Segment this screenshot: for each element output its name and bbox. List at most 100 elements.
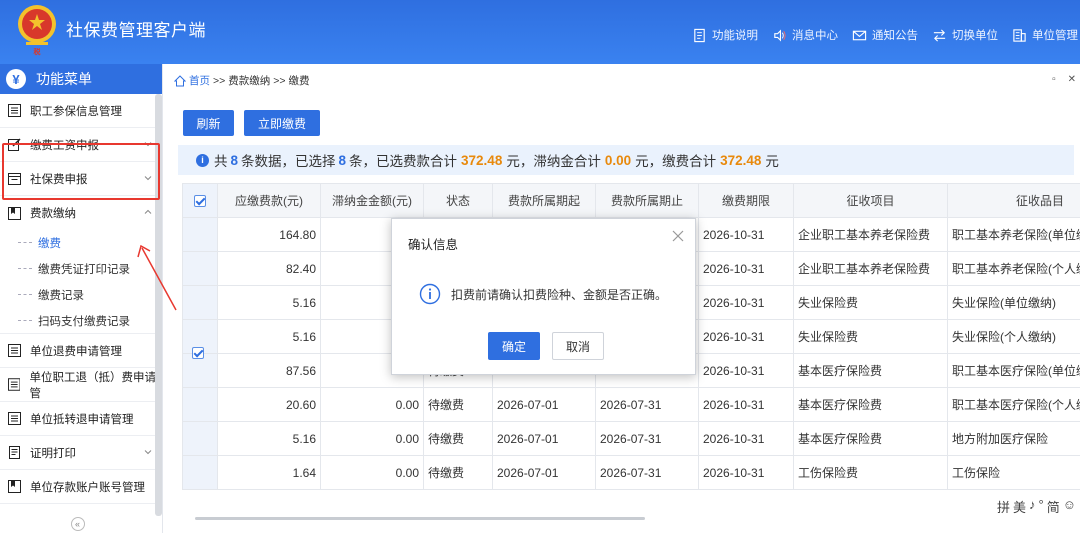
table-row[interactable]: 1.64 0.00 待缴费 2026-07-01 2026-07-31 2026-10-3… [182, 455, 1080, 490]
table-cell: 工伤保险费 [793, 455, 948, 490]
breadcrumb-home[interactable]: 首页 [189, 73, 210, 88]
breadcrumb-level1[interactable]: 费款缴纳 [228, 73, 270, 88]
column-header[interactable]: 滞纳金金额(元) [320, 183, 424, 218]
breadcrumb: 首页 >> 费款缴纳 >> 缴费 [174, 73, 310, 88]
sidebar-item-wage-declare[interactable]: 缴费工资申报 [0, 128, 162, 162]
column-header[interactable]: 征收品目 [947, 183, 1080, 218]
sidebar-item-label: 证明打印 [30, 447, 76, 460]
sidebar-menu: 职工参保信息管理 缴费工资申报 社保费申报 费款缴纳 缴费 缴费凭证打印记录 缴… [0, 94, 162, 504]
row-group-checkbox[interactable] [192, 347, 204, 359]
collapse-sidebar-icon[interactable]: « [70, 516, 85, 531]
row-select-cell[interactable] [182, 251, 218, 286]
sidebar-item-label: 社保费申报 [30, 173, 88, 186]
nav-notices[interactable]: 通知公告 [852, 27, 918, 43]
summary-text: 元 [765, 154, 779, 169]
close-icon[interactable]: ✕ [1068, 74, 1076, 85]
row-select-cell[interactable] [182, 285, 218, 320]
summary-text: 条数据，已选择 [241, 154, 336, 169]
table-cell: 2026-07-01 [492, 387, 596, 422]
nav-switch-unit[interactable]: 切换单位 [932, 27, 998, 43]
sidebar-item-certificate-print[interactable]: 证明打印 [0, 436, 162, 470]
row-select-cell[interactable] [182, 455, 218, 490]
home-icon [174, 74, 186, 86]
svg-text:税: 税 [34, 47, 41, 56]
ime-pinyin-icon[interactable]: 拼 [997, 497, 1010, 516]
ime-toolbar: 拼 美 ♪ ° 简 ☺ [994, 496, 1078, 517]
column-header[interactable]: 费款所属期止 [595, 183, 699, 218]
table-cell: 失业保险费 [793, 285, 948, 320]
table-cell: 职工基本医疗保险(单位缴 [947, 353, 1080, 388]
nav-help[interactable]: 功能说明 [692, 27, 758, 43]
confirm-ok-button[interactable]: 确定 [488, 332, 540, 360]
sidebar-footer: « [0, 514, 155, 533]
bookmark-icon [8, 206, 21, 220]
column-header[interactable]: 缴费期限 [698, 183, 794, 218]
table-cell: 2026-07-31 [595, 455, 699, 490]
confirm-cancel-button[interactable]: 取消 [552, 332, 604, 360]
table-cell: 企业职工基本养老保险费 [793, 251, 948, 286]
sidebar-item-refund-apply[interactable]: 单位退费申请管理 [0, 334, 162, 368]
nav-messages[interactable]: 消息中心 [772, 27, 838, 43]
nav-unit-manage[interactable]: 单位管理 [1012, 27, 1078, 43]
info-circle-icon [419, 283, 441, 305]
column-header[interactable]: 状态 [423, 183, 493, 218]
mail-icon [852, 30, 867, 40]
column-header[interactable]: 征收项目 [793, 183, 948, 218]
panel-window-controls: ▫ ✕ [1052, 74, 1076, 85]
sidebar-item-employee-refund[interactable]: 单位职工退（抵）费申请管 [0, 368, 162, 402]
breadcrumb-sep: >> [213, 74, 226, 87]
table-header-row: 应缴费款(元) 滞纳金金额(元) 状态 费款所属期起 费款所属期止 缴费期限 征… [182, 183, 1080, 218]
sidebar-item-bank-account[interactable]: 单位存款账户账号管理 [0, 470, 162, 504]
sidebar-item-offset-refund[interactable]: 单位抵转退申请管理 [0, 402, 162, 436]
table-row[interactable]: 5.16 0.00 待缴费 2026-07-01 2026-07-31 2026-10-3… [182, 421, 1080, 456]
horizontal-scrollbar[interactable] [195, 517, 645, 520]
ime-simplified-icon[interactable]: 简 [1047, 497, 1060, 516]
nav-help-label: 功能说明 [712, 30, 758, 42]
edit-icon [8, 138, 21, 151]
sidebar-scrollbar[interactable] [155, 94, 162, 516]
sidebar-subitem-qr-records[interactable]: 扫码支付缴费记录 [0, 308, 162, 334]
refresh-button[interactable]: 刷新 [183, 110, 234, 136]
column-header[interactable]: 费款所属期起 [492, 183, 596, 218]
restore-icon[interactable]: ▫ [1052, 74, 1056, 85]
nav-unit-manage-label: 单位管理 [1032, 30, 1078, 42]
summary-text: 共 [214, 154, 228, 169]
pay-now-button[interactable]: 立即缴费 [244, 110, 320, 136]
table-cell: 82.40 [217, 251, 321, 286]
row-select-cell[interactable] [182, 387, 218, 422]
summary-text: 元，缴费合计 [635, 154, 717, 169]
sidebar-item-insurance-declare[interactable]: 社保费申报 [0, 162, 162, 196]
chevron-down-icon [144, 142, 152, 147]
fee-payment-submenu: 缴费 缴费凭证打印记录 缴费记录 扫码支付缴费记录 [0, 230, 162, 334]
sidebar-subitem-pay[interactable]: 缴费 [0, 230, 162, 256]
close-icon[interactable] [671, 229, 685, 243]
nav-messages-label: 消息中心 [792, 30, 838, 42]
table-cell: 工伤保险 [947, 455, 1080, 490]
sidebar-item-insured-info[interactable]: 职工参保信息管理 [0, 94, 162, 128]
ime-skin-icon[interactable]: 美 [1013, 497, 1026, 516]
table-row[interactable]: 20.60 0.00 待缴费 2026-07-01 2026-07-31 2026-10-… [182, 387, 1080, 422]
table-cell: 2026-10-31 [698, 319, 794, 354]
sidebar: ¥ 功能菜单 职工参保信息管理 缴费工资申报 社保费申报 费款缴纳 缴费 缴费凭… [0, 64, 163, 533]
table-cell: 5.16 [217, 319, 321, 354]
building-icon [1013, 28, 1026, 42]
nav-notices-label: 通知公告 [872, 30, 918, 42]
certificate-icon [9, 446, 20, 459]
column-header[interactable]: 应缴费款(元) [217, 183, 321, 218]
sidebar-item-fee-payment[interactable]: 费款缴纳 [0, 196, 162, 230]
table-cell: 待缴费 [423, 387, 493, 422]
sidebar-subitem-pay-records[interactable]: 缴费记录 [0, 282, 162, 308]
row-select-cell[interactable] [182, 217, 218, 252]
table-cell: 基本医疗保险费 [793, 387, 948, 422]
table-cell: 2026-07-31 [595, 421, 699, 456]
list-icon [8, 344, 21, 357]
breadcrumb-level2: 缴费 [288, 75, 310, 87]
ime-emoji-icon[interactable]: ☺ [1063, 497, 1076, 516]
row-select-cell[interactable] [182, 421, 218, 456]
sidebar-subitem-voucher-print[interactable]: 缴费凭证打印记录 [0, 256, 162, 282]
list-icon [8, 104, 21, 117]
select-all-checkbox[interactable] [194, 195, 206, 208]
sidebar-item-label: 单位抵转退申请管理 [30, 413, 134, 426]
ime-voice-icon[interactable]: ♪ [1029, 497, 1036, 516]
ime-punct-icon[interactable]: ° [1039, 497, 1044, 516]
